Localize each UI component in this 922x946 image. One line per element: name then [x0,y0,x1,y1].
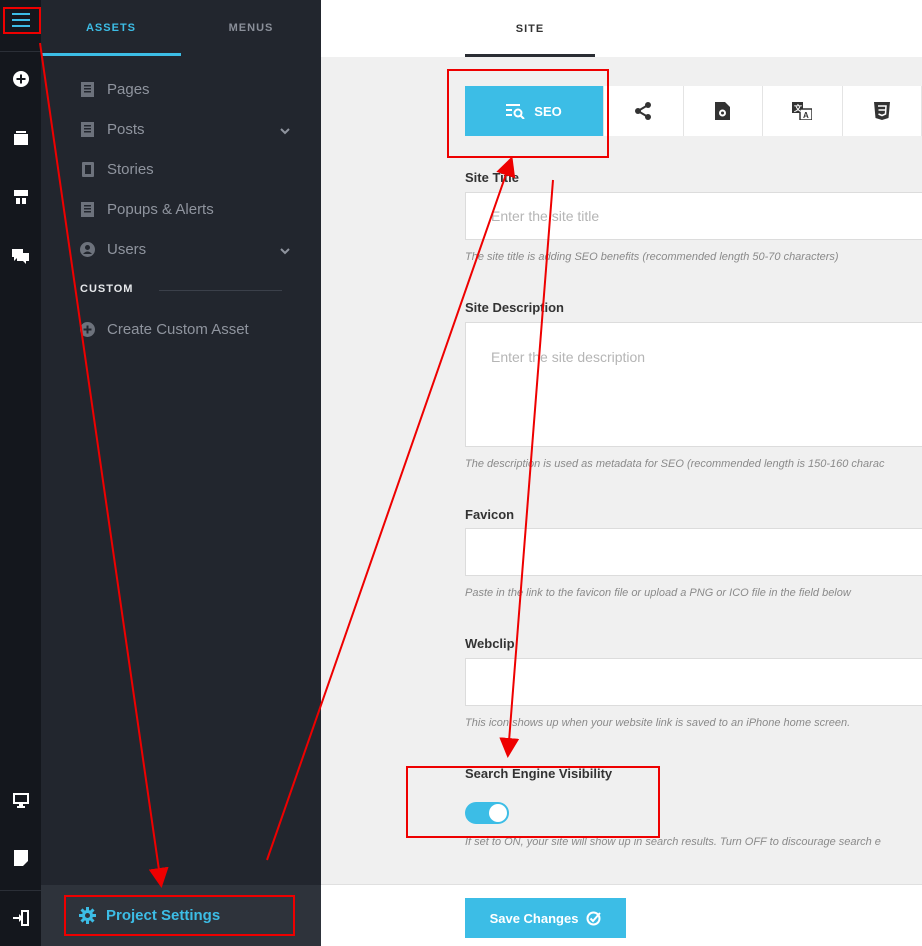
components-icon[interactable] [0,179,41,215]
sidebar-item-users[interactable]: Users [80,239,290,259]
site-description-textarea[interactable]: Enter the site description [465,322,922,447]
tab-menus[interactable]: MENUS [181,0,321,56]
translate-icon: A文 [792,102,813,120]
custom-section-label: CUSTOM [80,283,134,295]
translate-tab-button[interactable]: A文 [763,86,843,136]
page-icon [80,201,95,217]
sidebar-item-pages[interactable]: Pages [80,79,290,99]
file-settings-tab-button[interactable] [684,86,764,136]
comments-icon[interactable] [0,238,41,274]
add-circle-icon [80,321,95,337]
sidebar-item-label: Users [107,240,147,258]
site-title-input[interactable]: Enter the site title [465,192,922,240]
save-changes-button[interactable]: Save Changes [465,898,626,938]
layers-icon[interactable] [0,120,41,156]
annotation-box-project-settings [64,895,295,936]
sidebar-item-label: Pages [107,80,150,98]
chevron-down-icon[interactable] [280,242,290,259]
site-description-help: The description is used as metadata for … [465,458,885,470]
css3-icon [873,102,890,120]
favicon-input[interactable] [465,528,922,576]
file-settings-icon [715,102,731,120]
create-custom-asset-label: Create Custom Asset [107,320,249,338]
assets-sidebar: ASSETS MENUS Pages Posts Stories Popups … [41,0,321,946]
add-circle-icon[interactable] [0,61,41,97]
tab-site[interactable]: SITE [465,0,595,57]
sidebar-item-posts[interactable]: Posts [80,119,290,139]
create-custom-asset-button[interactable]: Create Custom Asset [80,319,290,339]
note-icon[interactable] [0,840,41,876]
favicon-label: Favicon [465,507,515,522]
webclip-help: This icon shows up when your website lin… [465,717,851,729]
annotation-box-seo [447,69,609,158]
webclip-input[interactable] [465,658,922,706]
annotation-box-visibility [406,766,660,838]
site-title-label: Site Title [465,170,519,185]
logout-icon[interactable] [0,900,41,936]
desktop-icon[interactable] [0,782,41,818]
settings-header: SITE [321,0,922,57]
site-description-label: Site Description [465,300,564,315]
page-icon [80,121,95,137]
site-title-help: The site title is adding SEO benefits (r… [465,251,839,263]
save-changes-label: Save Changes [489,910,579,926]
user-icon [80,241,95,257]
tab-assets[interactable]: ASSETS [41,0,181,56]
sidebar-item-popups-alerts[interactable]: Popups & Alerts [80,199,290,219]
story-icon [80,161,95,177]
check-circle-icon [586,911,602,925]
share-tab-button[interactable] [604,86,684,136]
sidebar-item-label: Posts [107,120,145,138]
sidebar-item-stories[interactable]: Stories [80,159,290,179]
sidebar-item-label: Stories [107,160,154,178]
chevron-down-icon[interactable] [280,122,290,139]
svg-text:A: A [803,111,809,120]
sidebar-item-label: Popups & Alerts [107,200,214,218]
css-tab-button[interactable] [843,86,922,136]
divider [159,290,282,291]
svg-text:文: 文 [794,103,803,113]
annotation-box-hamburger [3,7,41,34]
webclip-label: Webclip [465,636,515,651]
page-icon [80,81,95,97]
share-icon [635,102,652,120]
favicon-help: Paste in the link to the favicon file or… [465,587,851,599]
icon-rail [0,0,41,946]
